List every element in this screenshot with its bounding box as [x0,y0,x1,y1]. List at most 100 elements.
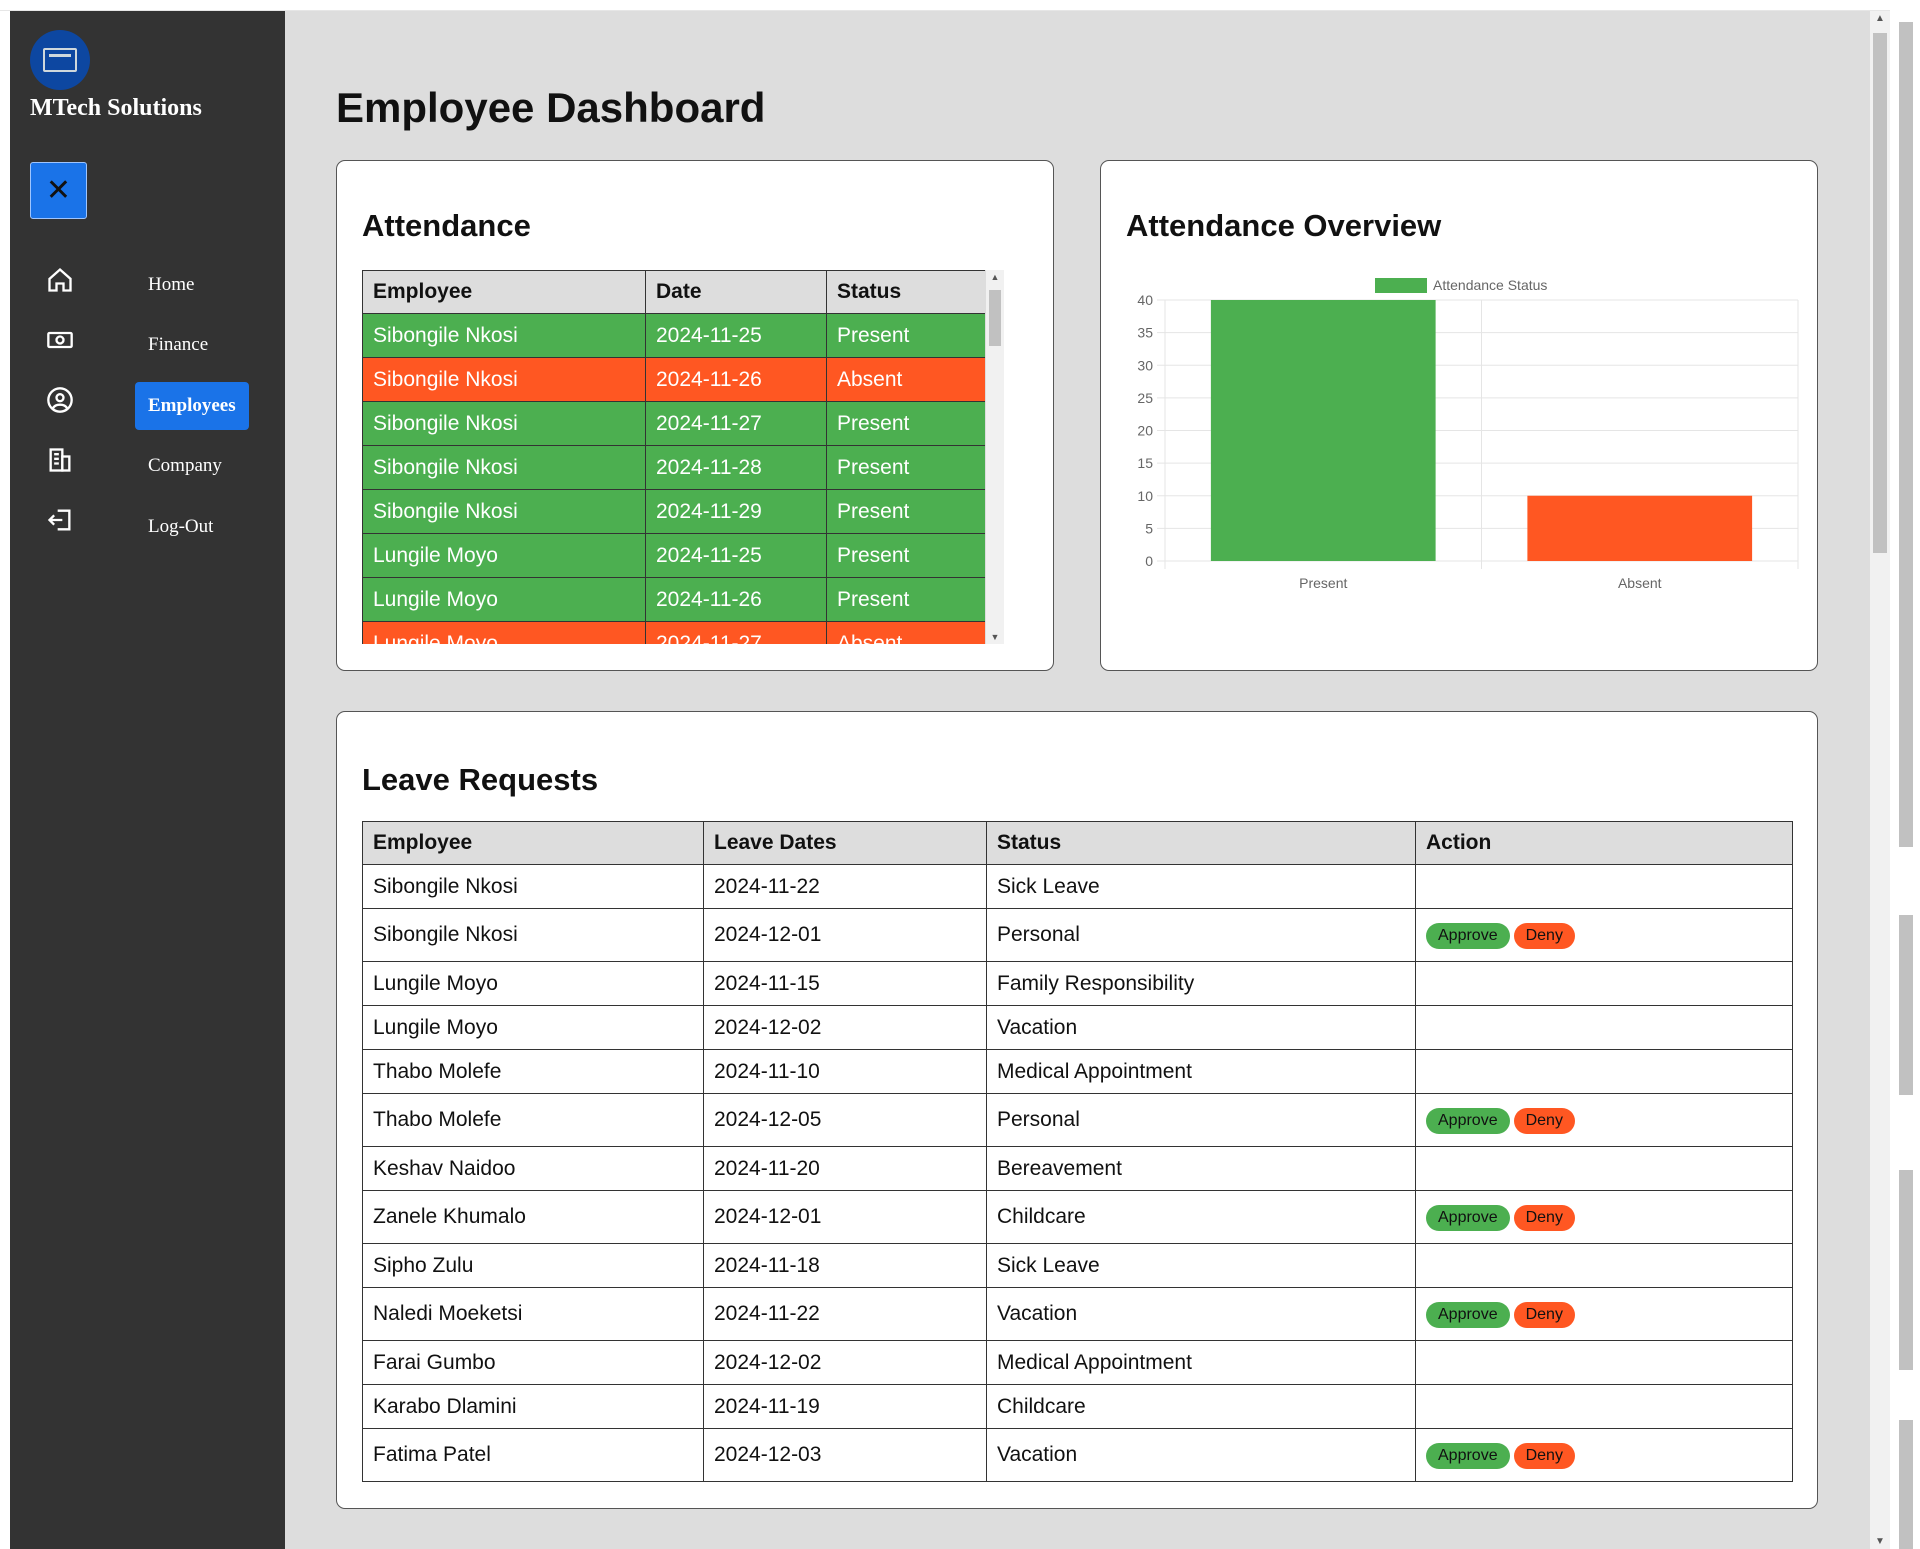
column-header: Status [986,821,1416,865]
leave-cell-action [1415,1340,1793,1385]
user-circle-icon[interactable] [46,386,74,414]
company-logo [30,30,90,90]
leave-row: Farai Gumbo 2024-12-02 Medical Appointment [362,1340,1793,1385]
approve-button[interactable]: Approve [1426,1204,1510,1231]
attendance-cell-date: 2024-11-27 [645,401,827,446]
leave-cell-status: Personal [986,1093,1416,1147]
logout-icon[interactable] [46,506,74,534]
attendance-title: Attendance [362,208,531,243]
nav-logout[interactable]: Log-Out [135,503,226,551]
leave-cell-date: 2024-11-19 [703,1384,987,1429]
attendance-table: Employee Date Status Sibongile Nkosi 2024… [362,270,1003,644]
leave-cell-status: Vacation [986,1287,1416,1341]
attendance-bar-chart: Attendance Status 0 5 10 15 20 25 30 35 40 Present… [1137,277,1799,591]
attendance-row: Sibongile Nkosi 2024-11-28 Present [362,445,1003,490]
page-scrollbar[interactable]: ▲ ▼ [1870,11,1890,1549]
leave-cell-date: 2024-11-22 [703,864,987,909]
attendance-cell-status: Present [826,445,1003,490]
leave-cell-action [1415,1005,1793,1050]
leave-cell-date: 2024-12-02 [703,1005,987,1050]
y-tick-label: 30 [1137,357,1153,373]
scroll-thumb[interactable] [1899,22,1913,847]
approve-button[interactable]: Approve [1426,922,1510,949]
attendance-table-scroll[interactable]: Employee Date Status Sibongile Nkosi 2024… [362,270,1003,644]
leave-cell-employee: Lungile Moyo [362,961,704,1006]
leave-row: Zanele Khumalo 2024-12-01 Childcare Approve… [362,1190,1793,1244]
leave-cell-date: 2024-12-01 [703,908,987,962]
leave-cell-status: Vacation [986,1005,1416,1050]
leave-cell-action [1415,1243,1793,1288]
scroll-up-icon[interactable]: ▲ [986,272,1004,282]
approve-button[interactable]: Approve [1426,1107,1510,1134]
brand-name: MTech Solutions [30,95,202,121]
attendance-cell-employee: Sibongile Nkosi [362,313,646,358]
leave-row: Sibongile Nkosi 2024-12-01 Personal Approve… [362,908,1793,962]
nav-company[interactable]: Company [135,442,235,490]
leave-cell-date: 2024-11-18 [703,1243,987,1288]
leave-row: Lungile Moyo 2024-11-15 Family Responsibil… [362,961,1793,1006]
approve-button[interactable]: Approve [1426,1301,1510,1328]
y-tick-label: 5 [1145,520,1153,536]
column-header: Leave Dates [703,821,987,865]
attendance-row: Lungile Moyo 2024-11-25 Present [362,533,1003,578]
sidebar: MTech Solutions ✕ Home Finance Employees… [10,11,285,1549]
attendance-row: Sibongile Nkosi 2024-11-25 Present [362,313,1003,358]
leave-cell-date: 2024-12-03 [703,1428,987,1482]
leave-cell-action: Approve Deny [1415,1190,1793,1244]
nav-home[interactable]: Home [135,261,207,309]
leave-cell-status: Sick Leave [986,1243,1416,1288]
deny-button[interactable]: Deny [1513,1107,1575,1134]
bar-present [1210,300,1436,561]
leave-cell-status: Childcare [986,1190,1416,1244]
scroll-thumb[interactable] [1899,915,1913,1095]
deny-button[interactable]: Deny [1513,922,1575,949]
scroll-down-icon[interactable]: ▼ [1870,1536,1890,1547]
nav-finance[interactable]: Finance [135,321,221,369]
leave-cell-employee: Lungile Moyo [362,1005,704,1050]
approve-button[interactable]: Approve [1426,1442,1510,1469]
close-sidebar-button[interactable]: ✕ [30,162,87,219]
scroll-thumb[interactable] [1873,33,1887,553]
deny-button[interactable]: Deny [1513,1204,1575,1231]
attendance-cell-date: 2024-11-26 [645,357,827,402]
leave-cell-status: Personal [986,908,1416,962]
attendance-cell-employee: Sibongile Nkosi [362,445,646,490]
column-header: Action [1415,821,1793,865]
attendance-cell-date: 2024-11-27 [645,621,827,644]
column-header: Employee [362,270,646,314]
leave-cell-status: Family Responsibility [986,961,1416,1006]
page-title: Employee Dashboard [336,84,766,131]
building-icon[interactable] [46,446,74,474]
leave-cell-employee: Thabo Molefe [362,1093,704,1147]
attendance-scrollbar[interactable]: ▲ ▼ [985,270,1004,644]
attendance-cell-date: 2024-11-28 [645,445,827,490]
leave-cell-employee: Naledi Moeketsi [362,1287,704,1341]
scroll-thumb[interactable] [989,290,1001,346]
outer-scrollbar[interactable] [1890,0,1920,1549]
leave-cell-status: Medical Appointment [986,1340,1416,1385]
leave-title: Leave Requests [362,762,599,797]
leave-cell-action: Approve Deny [1415,1428,1793,1482]
scroll-thumb[interactable] [1899,1170,1913,1370]
scroll-down-icon[interactable]: ▼ [986,632,1004,642]
y-tick-label: 15 [1137,455,1153,471]
leave-cell-status: Sick Leave [986,864,1416,909]
leave-row: Sibongile Nkosi 2024-11-22 Sick Leave [362,864,1793,909]
attendance-cell-employee: Sibongile Nkosi [362,401,646,446]
leave-requests-card: Leave Requests Employee Leave Dates Stat… [336,711,1818,1509]
scroll-up-icon[interactable]: ▲ [1870,13,1890,24]
deny-button[interactable]: Deny [1513,1442,1575,1469]
leave-cell-action [1415,864,1793,909]
scroll-thumb[interactable] [1899,1420,1913,1549]
leave-cell-employee: Sibongile Nkosi [362,864,704,909]
home-icon[interactable] [46,266,74,294]
y-tick-label: 25 [1137,390,1153,406]
bar-absent [1527,495,1753,561]
attendance-cell-employee: Lungile Moyo [362,533,646,578]
attendance-card: Attendance Employee Date Status Sibongil… [336,160,1054,671]
leave-row: Sipho Zulu 2024-11-18 Sick Leave [362,1243,1793,1288]
money-icon[interactable] [46,326,74,354]
deny-button[interactable]: Deny [1513,1301,1575,1328]
nav-employees[interactable]: Employees [135,382,249,430]
attendance-cell-date: 2024-11-25 [645,533,827,578]
